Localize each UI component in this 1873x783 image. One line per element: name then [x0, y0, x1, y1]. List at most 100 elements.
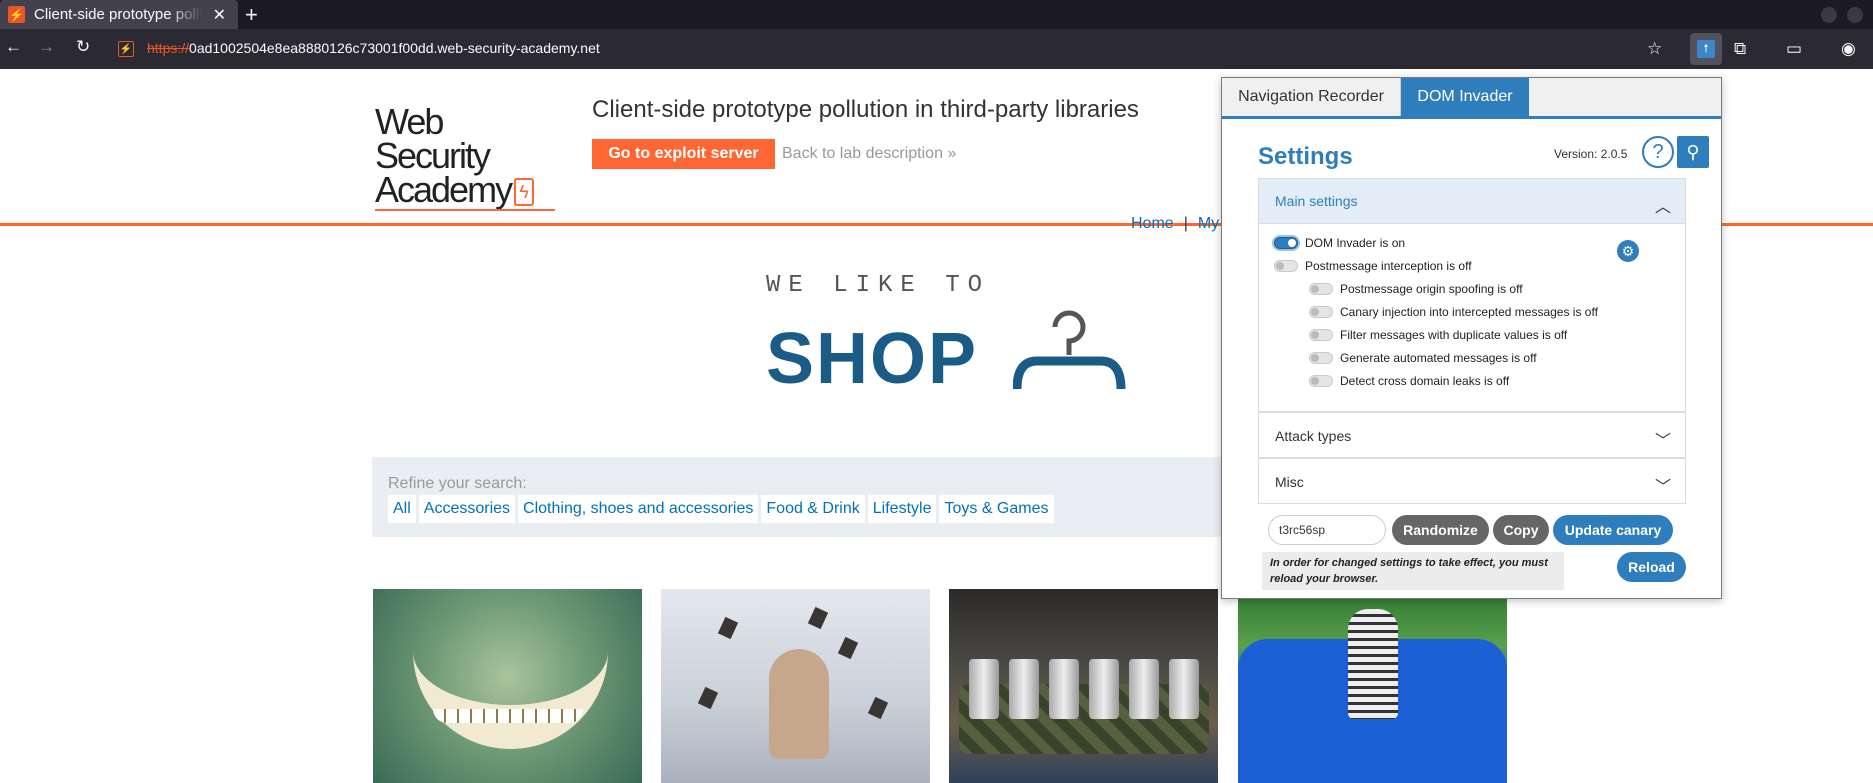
toggle-postmessage-interception[interactable]: Postmessage interception is off — [1274, 259, 1472, 273]
banner-tagline: WE LIKE TO — [766, 272, 991, 299]
url-host: 0ad1002504e8ea8880126c73001f00dd.web-sec… — [189, 40, 600, 56]
search-refine-label: Refine your search: — [388, 475, 527, 492]
filter-toys-games[interactable]: Toys & Games — [939, 495, 1054, 523]
lightning-bolt-icon: ϟ — [514, 178, 535, 207]
browser-navbar: ← → ↻ ⚡ https://0ad1002504e8ea8880126c73… — [0, 29, 1873, 69]
figure-shape — [769, 649, 829, 759]
flying-book — [837, 636, 859, 660]
back-arrow-icon[interactable]: ← — [5, 37, 22, 57]
double-chevron-icon: » — [947, 145, 957, 162]
help-icon[interactable]: ? — [1642, 136, 1674, 168]
filter-accessories[interactable]: Accessories — [418, 495, 516, 523]
toggle-dom-invader[interactable]: DOM Invader is on — [1274, 236, 1405, 250]
nav-home-link[interactable]: Home — [1131, 215, 1174, 232]
top-navigation: Home | My — [1131, 215, 1219, 233]
main-settings-header[interactable]: Main settings ︿ — [1259, 179, 1685, 224]
url-scheme: https:// — [147, 40, 190, 56]
can-shape — [1169, 659, 1199, 719]
product-image-beanbag[interactable] — [1238, 589, 1507, 783]
bookmark-star-icon[interactable]: ☆ — [1647, 39, 1662, 59]
flying-book — [867, 696, 889, 720]
attack-types-label: Attack types — [1275, 427, 1352, 444]
nav-separator: | — [1183, 215, 1188, 232]
account-icon[interactable]: ◉ — [1841, 39, 1856, 59]
child-shape — [1348, 609, 1398, 719]
main-settings-label: Main settings — [1275, 193, 1358, 209]
toggle-origin-spoofing[interactable]: Postmessage origin spoofing is off — [1309, 282, 1523, 296]
toggle-switch[interactable] — [1274, 260, 1298, 272]
version-label: Version: 2.0.5 — [1554, 147, 1628, 161]
nav-my-account-link[interactable]: My — [1198, 215, 1219, 232]
coat-hanger-icon — [1012, 310, 1126, 390]
toggle-switch[interactable] — [1274, 237, 1298, 249]
copy-button[interactable]: Copy — [1493, 515, 1549, 545]
flying-book — [807, 606, 829, 630]
back-link-label: Back to lab description — [782, 145, 943, 162]
toggle-switch[interactable] — [1309, 352, 1333, 364]
can-shape — [1129, 659, 1159, 719]
can-shape — [969, 659, 999, 719]
toggle-switch[interactable] — [1309, 329, 1333, 341]
grin-teeth — [433, 709, 583, 723]
update-canary-button[interactable]: Update canary — [1553, 515, 1673, 545]
filter-food-drink[interactable]: Food & Drink — [761, 495, 865, 523]
new-tab-button[interactable]: + — [245, 2, 258, 28]
screenshot-icon[interactable]: ▭ — [1786, 39, 1802, 59]
reload-icon[interactable]: ↻ — [76, 37, 90, 57]
filter-lifestyle[interactable]: Lifestyle — [867, 495, 937, 523]
toggle-switch[interactable] — [1309, 283, 1333, 295]
flying-book — [697, 686, 719, 710]
gear-icon[interactable]: ⚙ — [1617, 240, 1639, 262]
toggle-canary-injection[interactable]: Canary injection into intercepted messag… — [1309, 305, 1598, 319]
toggle-switch[interactable] — [1309, 375, 1333, 387]
web-security-academy-logo[interactable]: Web Security Academy ϟ — [375, 104, 555, 211]
toggle-label: DOM Invader is on — [1305, 236, 1406, 250]
toggle-label: Detect cross domain leaks is off — [1340, 374, 1510, 388]
url-bar[interactable]: https://0ad1002504e8ea8880126c73001f00dd… — [147, 40, 600, 56]
dom-invader-panel: Navigation Recorder DOM Invader Settings… — [1221, 77, 1722, 599]
flying-book — [717, 616, 739, 640]
toggle-label: Generate automated messages is off — [1340, 351, 1537, 365]
site-identity-icon[interactable]: ⚡ — [118, 41, 134, 57]
extensions-puzzle-icon[interactable]: ⧉ — [1734, 39, 1746, 59]
tab-dom-invader[interactable]: DOM Invader — [1401, 78, 1529, 116]
browser-tab-strip: ⚡ Client-side prototype pollution in thi… — [0, 0, 1873, 29]
lab-title: Client-side prototype pollution in third… — [592, 96, 1139, 123]
browser-tab-active[interactable]: ⚡ Client-side prototype pollution in thi… — [0, 0, 238, 29]
product-image-beer-belt[interactable] — [949, 589, 1218, 783]
exploit-server-button[interactable]: Go to exploit server — [592, 139, 775, 169]
dom-invader-extension-icon: 🠕 — [1697, 40, 1715, 58]
reload-note: In order for changed settings to take ef… — [1262, 552, 1564, 590]
attack-types-header[interactable]: Attack types ﹀ — [1259, 413, 1685, 458]
toggle-switch[interactable] — [1309, 306, 1333, 318]
product-image-grin[interactable] — [373, 589, 642, 783]
toggle-filter-duplicates[interactable]: Filter messages with duplicate values is… — [1309, 328, 1567, 342]
dom-invader-extension-button[interactable]: 🠕 — [1690, 33, 1722, 65]
settings-heading: Settings — [1258, 143, 1353, 170]
toggle-automated-messages[interactable]: Generate automated messages is off — [1309, 351, 1537, 365]
toggle-label: Postmessage origin spoofing is off — [1340, 282, 1523, 296]
forward-arrow-icon[interactable]: → — [38, 37, 55, 57]
tab-navigation-recorder[interactable]: Navigation Recorder — [1222, 78, 1401, 116]
back-to-lab-description-link[interactable]: Back to lab description » — [782, 145, 956, 163]
attack-types-section: Attack types ﹀ — [1258, 412, 1686, 458]
filter-all[interactable]: All — [388, 495, 416, 523]
misc-label: Misc — [1275, 473, 1304, 490]
canary-input[interactable] — [1268, 515, 1386, 545]
misc-header[interactable]: Misc ﹀ — [1259, 459, 1685, 504]
window-close-button[interactable] — [1847, 7, 1863, 23]
reload-button[interactable]: Reload — [1617, 552, 1686, 582]
window-minimize-button[interactable] — [1821, 7, 1837, 23]
can-shape — [1009, 659, 1039, 719]
toggle-cross-domain-leaks[interactable]: Detect cross domain leaks is off — [1309, 374, 1509, 388]
filter-clothing[interactable]: Clothing, shoes and accessories — [518, 495, 759, 523]
tab-close-icon[interactable]: ✕ — [213, 5, 226, 25]
tab-title: Client-side prototype pollution in third… — [34, 6, 202, 23]
logo-underline — [375, 209, 555, 211]
can-shape — [1049, 659, 1079, 719]
dom-invader-logo-icon[interactable]: ⚲ — [1677, 136, 1709, 168]
banner-word: SHOP — [766, 299, 1131, 395]
product-image-books[interactable] — [661, 589, 930, 783]
randomize-button[interactable]: Randomize — [1392, 515, 1489, 545]
chevron-up-icon: ︿ — [1654, 199, 1671, 216]
